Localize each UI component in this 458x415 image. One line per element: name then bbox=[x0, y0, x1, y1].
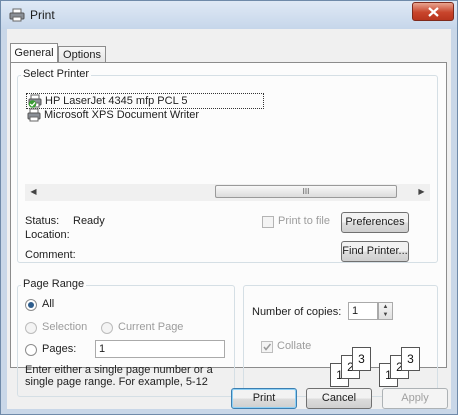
selection-radio[interactable] bbox=[25, 322, 37, 334]
general-tab-panel: Select Printer HP LaserJet 4345 mfp PCL … bbox=[10, 62, 447, 397]
printer-icon bbox=[27, 108, 41, 122]
preferences-button[interactable]: Preferences bbox=[341, 212, 409, 233]
pages-input[interactable]: 1 bbox=[95, 340, 225, 358]
collate-page: 3 bbox=[352, 347, 371, 371]
window-title: Print bbox=[30, 8, 55, 22]
current-page-radio[interactable] bbox=[101, 322, 113, 334]
title-bar[interactable]: Print bbox=[1, 1, 457, 29]
spin-down-icon[interactable]: ▼ bbox=[379, 311, 392, 319]
all-radio[interactable] bbox=[25, 299, 37, 311]
print-button[interactable]: Print bbox=[231, 388, 297, 409]
copies-spinner[interactable]: ▲ ▼ bbox=[378, 302, 393, 320]
scroll-thumb[interactable]: III bbox=[215, 185, 397, 198]
radio-selected-dot bbox=[28, 302, 34, 308]
spin-up-icon[interactable]: ▲ bbox=[379, 303, 392, 311]
cancel-button[interactable]: Cancel bbox=[306, 388, 372, 409]
tab-general[interactable]: General bbox=[10, 43, 58, 64]
status-label: Status: bbox=[25, 215, 60, 227]
select-printer-label: Select Printer bbox=[21, 68, 92, 80]
collate-label: Collate bbox=[277, 340, 312, 352]
scroll-thumb-grip: III bbox=[302, 187, 310, 196]
scroll-right-arrow-icon[interactable]: ▶ bbox=[413, 184, 430, 200]
copies-input[interactable]: 1 bbox=[348, 302, 378, 320]
selection-label: Selection bbox=[42, 321, 88, 333]
pages-radio[interactable] bbox=[25, 344, 37, 356]
dialog-client: General Options Select Printer HP LaserJ… bbox=[7, 29, 451, 409]
scroll-left-arrow-icon[interactable]: ◀ bbox=[25, 184, 42, 200]
close-button[interactable] bbox=[412, 2, 454, 21]
close-icon bbox=[428, 7, 439, 17]
pages-label: Pages: bbox=[42, 343, 77, 355]
print-to-file-label: Print to file bbox=[278, 215, 330, 227]
collate-page: 3 bbox=[401, 347, 420, 371]
printer-name: Microsoft XPS Document Writer bbox=[44, 109, 200, 121]
apply-button[interactable]: Apply bbox=[382, 388, 448, 409]
location-label: Location: bbox=[25, 229, 70, 241]
current-page-label: Current Page bbox=[118, 321, 184, 333]
printer-icon bbox=[9, 8, 25, 22]
print-to-file-checkbox[interactable] bbox=[262, 216, 274, 228]
status-value: Ready bbox=[73, 215, 105, 227]
comment-label: Comment: bbox=[25, 249, 76, 261]
all-label: All bbox=[42, 298, 55, 310]
printer-name: HP LaserJet 4345 mfp PCL 5 bbox=[45, 95, 188, 107]
copies-label: Number of copies: bbox=[252, 306, 342, 318]
find-printer-button[interactable]: Find Printer... bbox=[341, 241, 409, 262]
printer-item-hp-laserjet[interactable]: HP LaserJet 4345 mfp PCL 5 bbox=[26, 93, 264, 109]
print-dialog: Print General Options Select Printer HP … bbox=[0, 0, 458, 415]
printer-list-scrollbar[interactable]: ◀ III ▶ bbox=[25, 184, 430, 201]
page-range-hint: Enter either a single page number or a s… bbox=[25, 364, 213, 388]
page-range-label: Page Range bbox=[21, 278, 87, 290]
checkmark-icon bbox=[263, 343, 272, 351]
default-printer-check-icon bbox=[28, 100, 37, 108]
collate-checkbox[interactable] bbox=[261, 341, 273, 353]
printer-list[interactable]: HP LaserJet 4345 mfp PCL 5 Microsoft XPS… bbox=[25, 90, 430, 201]
